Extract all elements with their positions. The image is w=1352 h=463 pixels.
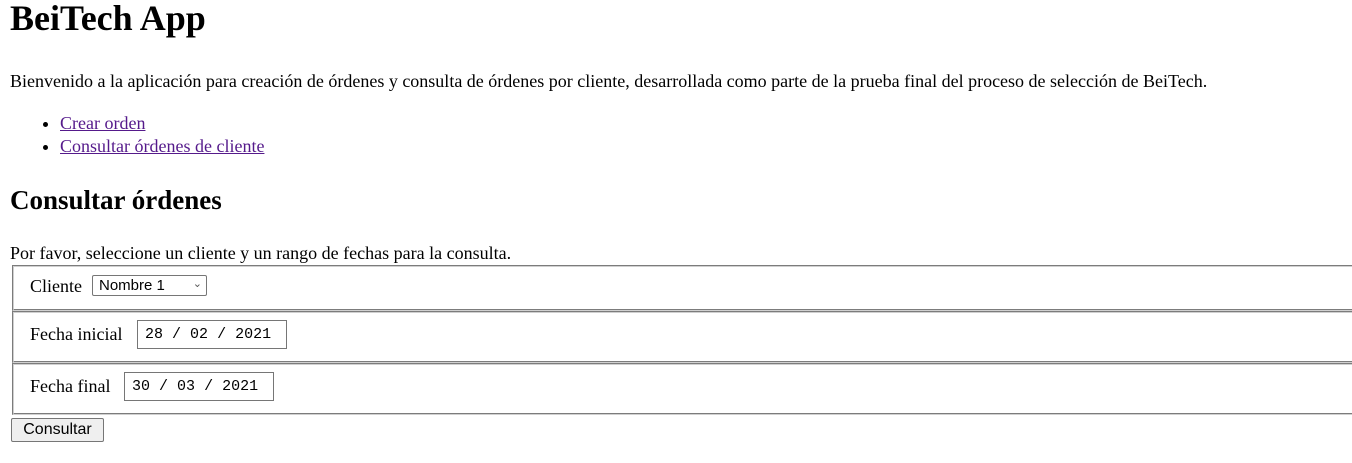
fecha-inicial-year[interactable]: 2021	[235, 326, 271, 343]
date-separator: /	[172, 326, 191, 343]
fecha-inicial-month[interactable]: 02	[190, 326, 208, 343]
fecha-final-year[interactable]: 2021	[222, 378, 258, 395]
date-separator: /	[217, 326, 236, 343]
date-separator: /	[159, 378, 178, 395]
fecha-final-month[interactable]: 03	[177, 378, 195, 395]
cliente-label: Cliente	[30, 276, 82, 296]
consultar-ordenes-link[interactable]: Consultar órdenes de cliente	[60, 136, 264, 156]
section-title: Consultar órdenes	[10, 185, 222, 215]
help-text: Por favor, seleccione un cliente y un ra…	[10, 243, 512, 263]
cliente-fieldset: Cliente Nombre 1 ⌄	[12, 265, 1352, 311]
nav-item-crear-orden: Crear orden	[60, 112, 264, 135]
fecha-inicial-fieldset: Fecha inicial 28 / 02 / 2021	[12, 311, 1352, 363]
fecha-inicial-input[interactable]: 28 / 02 / 2021	[137, 320, 287, 349]
app-title: BeiTech App	[10, 0, 206, 38]
fecha-final-fieldset: Fecha final 30 / 03 / 2021	[12, 363, 1352, 415]
fecha-final-label: Fecha final	[30, 376, 111, 396]
nav-list: Crear orden Consultar órdenes de cliente	[0, 112, 264, 158]
nav-item-consultar: Consultar órdenes de cliente	[60, 135, 264, 158]
fecha-final-day[interactable]: 30	[132, 378, 150, 395]
consultar-button[interactable]: Consultar	[11, 418, 104, 442]
chevron-down-icon: ⌄	[192, 278, 202, 290]
cliente-selected-value: Nombre 1	[99, 277, 165, 294]
fecha-inicial-day[interactable]: 28	[145, 326, 163, 343]
fecha-inicial-label: Fecha inicial	[30, 324, 123, 344]
cliente-select[interactable]: Nombre 1 ⌄	[92, 275, 207, 296]
crear-orden-link[interactable]: Crear orden	[60, 113, 145, 133]
page: BeiTech App Bienvenido a la aplicación p…	[0, 0, 1352, 463]
intro-text: Bienvenido a la aplicación para creación…	[10, 71, 1208, 91]
fecha-final-input[interactable]: 30 / 03 / 2021	[124, 372, 274, 401]
date-separator: /	[204, 378, 223, 395]
